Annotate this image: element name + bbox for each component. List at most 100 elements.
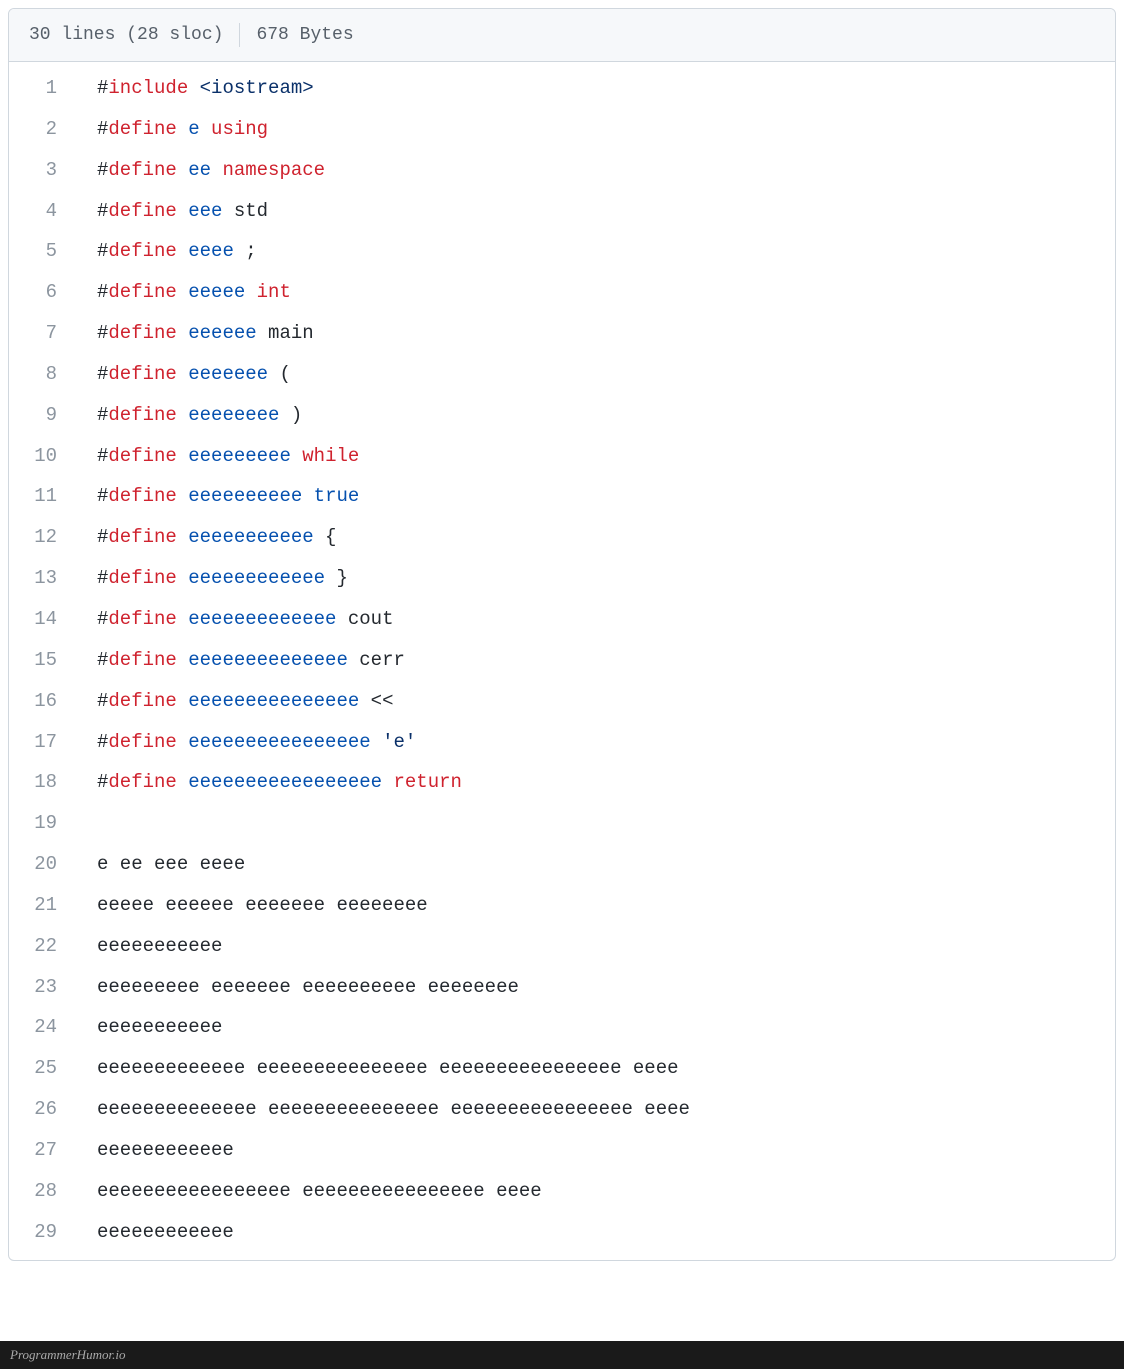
- code-token: #: [97, 118, 108, 140]
- line-number[interactable]: 5: [9, 231, 81, 272]
- line-content: #define e using: [81, 109, 1115, 150]
- code-token: define: [108, 404, 176, 426]
- line-content: #define eeeeeeeeeeeeee cerr: [81, 640, 1115, 681]
- code-token: eee: [188, 200, 222, 222]
- code-token: eeeeeeeeeeeeee: [188, 649, 348, 671]
- code-token: #: [97, 159, 108, 181]
- code-token: [177, 771, 188, 793]
- code-token: [188, 77, 199, 99]
- line-content: #include <iostream>: [81, 68, 1115, 109]
- line-number[interactable]: 24: [9, 1007, 81, 1048]
- code-token: [177, 159, 188, 181]
- line-content: #define eeeeeeeeeeeeeeeee return: [81, 762, 1115, 803]
- code-line: 20 e ee eee eeee: [9, 844, 1115, 885]
- code-token: eeeeee: [188, 322, 256, 344]
- code-token: [177, 608, 188, 630]
- line-number[interactable]: 19: [9, 803, 81, 844]
- line-number[interactable]: 1: [9, 68, 81, 109]
- code-line: 11#define eeeeeeeeee true: [9, 476, 1115, 517]
- code-token: 'e': [382, 731, 416, 753]
- code-token: using: [211, 118, 268, 140]
- line-number[interactable]: 12: [9, 517, 81, 558]
- code-token: #: [97, 200, 108, 222]
- code-token: e ee eee eeee: [97, 853, 245, 875]
- line-number[interactable]: 20: [9, 844, 81, 885]
- code-token: eeeeeeeeeeeeeeeee eeeeeeeeeeeeeeee eeee: [97, 1180, 542, 1202]
- line-number[interactable]: 2: [9, 109, 81, 150]
- code-token: #: [97, 649, 108, 671]
- line-number[interactable]: 18: [9, 762, 81, 803]
- code-line: 15#define eeeeeeeeeeeeee cerr: [9, 640, 1115, 681]
- code-token: [177, 322, 188, 344]
- code-token: include: [108, 77, 188, 99]
- line-number[interactable]: 28: [9, 1171, 81, 1212]
- code-token: [177, 281, 188, 303]
- code-token: define: [108, 445, 176, 467]
- line-number[interactable]: 22: [9, 926, 81, 967]
- code-token: eeeeeeeeee: [188, 485, 302, 507]
- code-token: <<: [359, 690, 393, 712]
- code-line: 14#define eeeeeeeeeeeee cout: [9, 599, 1115, 640]
- code-line: 27 eeeeeeeeeeee: [9, 1130, 1115, 1171]
- line-content: #define eeeeee main: [81, 313, 1115, 354]
- code-token: eeeeeeeeeee: [188, 526, 313, 548]
- line-number[interactable]: 9: [9, 395, 81, 436]
- line-number[interactable]: 17: [9, 722, 81, 763]
- line-number[interactable]: 7: [9, 313, 81, 354]
- code-token: define: [108, 200, 176, 222]
- code-line: 29eeeeeeeeeeee: [9, 1212, 1115, 1253]
- line-content: #define eeeeeee (: [81, 354, 1115, 395]
- line-number[interactable]: 26: [9, 1089, 81, 1130]
- code-line: 8#define eeeeeee (: [9, 354, 1115, 395]
- code-line: 3#define ee namespace: [9, 150, 1115, 191]
- line-number[interactable]: 13: [9, 558, 81, 599]
- line-number[interactable]: 10: [9, 436, 81, 477]
- line-content: eeeee eeeeee eeeeeee eeeeeeee: [81, 885, 1115, 926]
- code-token: cerr: [348, 649, 405, 671]
- code-token: <iostream>: [200, 77, 314, 99]
- code-token: main: [257, 322, 314, 344]
- code-line: 13#define eeeeeeeeeeee }: [9, 558, 1115, 599]
- line-number[interactable]: 14: [9, 599, 81, 640]
- line-content: eeeeeeeeeeeeee eeeeeeeeeeeeeee eeeeeeeee…: [81, 1089, 1115, 1130]
- code-token: true: [314, 485, 360, 507]
- code-token: eeeeeeeeeeee: [97, 1139, 234, 1161]
- footer-watermark-bar: ProgrammerHumor.io: [0, 1341, 1124, 1369]
- line-content: #define eeeeeeeee while: [81, 436, 1115, 477]
- code-token: [177, 690, 188, 712]
- code-token: define: [108, 118, 176, 140]
- code-token: eeeeeeeee eeeeeee eeeeeeeeee eeeeeeee: [97, 976, 519, 998]
- line-number[interactable]: 4: [9, 191, 81, 232]
- footer-watermark: ProgrammerHumor.io: [10, 1347, 125, 1362]
- line-number[interactable]: 8: [9, 354, 81, 395]
- code-line: 1#include <iostream>: [9, 68, 1115, 109]
- code-token: define: [108, 649, 176, 671]
- line-number[interactable]: 16: [9, 681, 81, 722]
- line-number[interactable]: 27: [9, 1130, 81, 1171]
- line-content: #define eeeeeeeeeee {: [81, 517, 1115, 558]
- line-number[interactable]: 11: [9, 476, 81, 517]
- line-number[interactable]: 25: [9, 1048, 81, 1089]
- line-number[interactable]: 23: [9, 967, 81, 1008]
- line-number[interactable]: 29: [9, 1212, 81, 1253]
- code-token: }: [325, 567, 348, 589]
- line-content: #define eeeeeeeeeeeeeeee 'e': [81, 722, 1115, 763]
- code-token: eeeeeee: [188, 363, 268, 385]
- code-token: eeeeeeeeeeeeeeeee: [188, 771, 382, 793]
- code-token: eeeeeeeeeee: [97, 1016, 222, 1038]
- code-token: define: [108, 159, 176, 181]
- code-token: define: [108, 240, 176, 262]
- line-number[interactable]: 21: [9, 885, 81, 926]
- code-token: eeeeeeeeeee: [97, 935, 222, 957]
- code-token: #: [97, 771, 108, 793]
- line-number[interactable]: 3: [9, 150, 81, 191]
- line-number[interactable]: 15: [9, 640, 81, 681]
- line-content: #define eeeeeeee ): [81, 395, 1115, 436]
- code-token: return: [393, 771, 461, 793]
- code-token: cout: [336, 608, 393, 630]
- code-token: [382, 771, 393, 793]
- line-number[interactable]: 6: [9, 272, 81, 313]
- file-container: 30 lines (28 sloc) 678 Bytes 1#include <…: [8, 8, 1116, 1261]
- code-line: 26eeeeeeeeeeeeee eeeeeeeeeeeeeee eeeeeee…: [9, 1089, 1115, 1130]
- code-token: ee: [188, 159, 211, 181]
